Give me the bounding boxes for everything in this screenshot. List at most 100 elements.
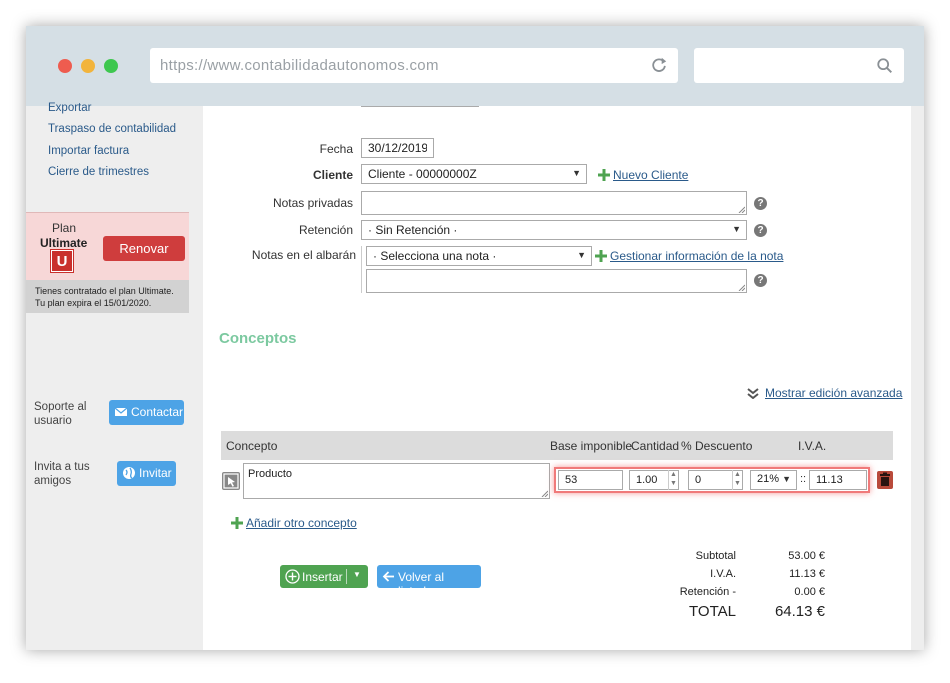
browser-window: https://www.contabilidadautonomos.com Ex…: [26, 26, 924, 650]
resize-grip-icon[interactable]: [737, 205, 745, 213]
nota-select-value: · Selecciona una nota ·: [373, 249, 497, 263]
double-chevron-down-icon: [747, 388, 759, 399]
mail-icon: [114, 407, 128, 416]
browser-chrome: https://www.contabilidadautonomos.com: [26, 26, 924, 106]
plan-box: Plan Ultimate U Renovar: [26, 212, 189, 280]
resize-grip-icon[interactable]: [737, 283, 745, 291]
notas-privadas-label: Notas privadas: [272, 196, 353, 210]
chevron-down-icon: ▼: [732, 224, 741, 234]
divider: [361, 246, 362, 293]
sidebar: Exportar Traspaso de contabilidad Import…: [26, 102, 189, 650]
base-input[interactable]: [558, 470, 623, 490]
th-base: Base imponible: [550, 439, 633, 453]
search-icon[interactable]: [876, 57, 894, 75]
notas-privadas-textarea[interactable]: [361, 191, 747, 215]
subtotal-value: 53.00 €: [788, 550, 825, 562]
manage-note-link[interactable]: Gestionar información de la nota: [610, 249, 783, 263]
add-concept-link[interactable]: Añadir otro concepto: [246, 516, 357, 530]
reload-icon[interactable]: [650, 56, 668, 74]
back-to-list-button[interactable]: Volver al listado: [377, 565, 481, 598]
fecha-label: Fecha: [319, 142, 353, 156]
plus-icon: [231, 517, 243, 529]
help-icon[interactable]: ?: [754, 197, 767, 210]
th-concepto: Concepto: [226, 439, 278, 453]
advanced-edit-link[interactable]: Mostrar edición avanzada: [765, 386, 902, 400]
chevron-down-icon: ▼: [572, 168, 581, 178]
invite-text-line2: amigos: [34, 475, 72, 487]
chevron-down-icon: ▼: [577, 250, 586, 260]
plan-label: Plan: [52, 221, 77, 235]
browser-search-bar[interactable]: [694, 48, 904, 83]
plan-name: Ultimate: [40, 236, 88, 250]
cantidad-stepper[interactable]: ▲ ▼: [668, 470, 678, 490]
iva-select-value: 21%: [757, 473, 780, 485]
plus-icon: [595, 250, 607, 262]
conceptos-title: Conceptos: [219, 330, 297, 347]
delete-row-button[interactable]: [877, 471, 893, 489]
contact-button[interactable]: Contactar: [109, 400, 184, 425]
select-row-button[interactable]: [222, 472, 240, 490]
nota-textarea[interactable]: [366, 269, 747, 293]
divider: [346, 569, 347, 584]
cliente-label: Cliente: [312, 168, 353, 182]
sidebar-link-cierre-trimestres[interactable]: Cierre de trimestres: [48, 166, 149, 178]
th-cantidad: Cantidad: [631, 439, 680, 453]
retencion-select-value: · Sin Retención ·: [368, 223, 458, 237]
sidebar-link-importar-factura[interactable]: Importar factura: [48, 145, 129, 157]
iva-select[interactable]: 21% ▼: [750, 470, 797, 490]
retencion-label: Retención: [298, 223, 353, 237]
insert-button[interactable]: Insertar ▼: [280, 565, 368, 588]
insert-button-label: Insertar: [302, 570, 343, 584]
resize-grip-icon[interactable]: [540, 489, 548, 497]
total-value: 64.13 €: [774, 603, 825, 620]
maximize-window-button[interactable]: [104, 59, 118, 73]
concepto-value: Producto: [248, 468, 293, 480]
plus-icon: [598, 169, 610, 181]
globe-icon: [123, 467, 135, 479]
iva-amount-input[interactable]: [809, 470, 867, 490]
new-client-link[interactable]: Nuevo Cliente: [613, 168, 688, 182]
plan-info: Tienes contratado el plan Ultimate. Tu p…: [26, 280, 189, 313]
table-header: Concepto Base imponible Cantidad % Descu…: [221, 431, 893, 460]
minimize-window-button[interactable]: [81, 59, 95, 73]
plan-info-line1: Tienes contratado el plan Ultimate.: [35, 286, 174, 296]
sidebar-link-exportar[interactable]: Exportar: [48, 102, 91, 114]
retencion-select[interactable]: · Sin Retención · ▼: [361, 220, 747, 240]
support-text: Soporte al usuario: [34, 400, 86, 428]
subtotal-label: Subtotal: [695, 550, 736, 562]
th-iva: I.V.A.: [798, 439, 827, 453]
close-window-button[interactable]: [58, 59, 72, 73]
renew-button[interactable]: Renovar: [103, 236, 185, 261]
iva-total-label: I.V.A.: [710, 568, 736, 580]
help-icon[interactable]: ?: [754, 274, 767, 287]
cliente-select[interactable]: Cliente - 00000000Z ▼: [361, 164, 587, 184]
descuento-stepper[interactable]: ▲ ▼: [732, 470, 742, 490]
chevron-down-icon: ▼: [782, 474, 791, 484]
cliente-select-value: Cliente - 00000000Z: [368, 167, 477, 181]
caret-down-icon[interactable]: ▼: [353, 570, 361, 579]
retencion-total-label: Retención -: [679, 586, 736, 598]
concepto-textarea[interactable]: Producto: [243, 463, 550, 499]
trash-icon: [880, 472, 890, 486]
plan-badge: U: [50, 249, 74, 273]
back-button-label: Volver al listado: [398, 570, 445, 598]
contact-button-label: Contactar: [131, 405, 184, 419]
cursor-icon: [223, 473, 239, 489]
invite-text-line1: Invita a tus: [34, 461, 90, 473]
fecha-input[interactable]: [361, 138, 434, 158]
sidebar-link-traspaso[interactable]: Traspaso de contabilidad: [48, 123, 176, 135]
invite-button-label: Invitar: [139, 466, 172, 480]
invite-button[interactable]: Invitar: [117, 461, 176, 486]
th-descuento: % Descuento: [681, 439, 753, 453]
help-icon[interactable]: ?: [754, 224, 767, 237]
nota-select[interactable]: · Selecciona una nota · ▼: [366, 246, 592, 266]
notas-albaran-label: Notas en el albarán: [251, 248, 356, 262]
arrow-left-icon: [382, 571, 394, 582]
address-bar[interactable]: https://www.contabilidadautonomos.com: [150, 48, 678, 83]
plus-circle-icon: [285, 569, 300, 584]
iva-separator: ::: [800, 473, 807, 485]
address-url: https://www.contabilidadautonomos.com: [160, 57, 439, 74]
divider: [361, 106, 479, 107]
total-label: TOTAL: [689, 603, 736, 620]
plan-info-line2: Tu plan expira el 15/01/2020.: [35, 298, 152, 308]
